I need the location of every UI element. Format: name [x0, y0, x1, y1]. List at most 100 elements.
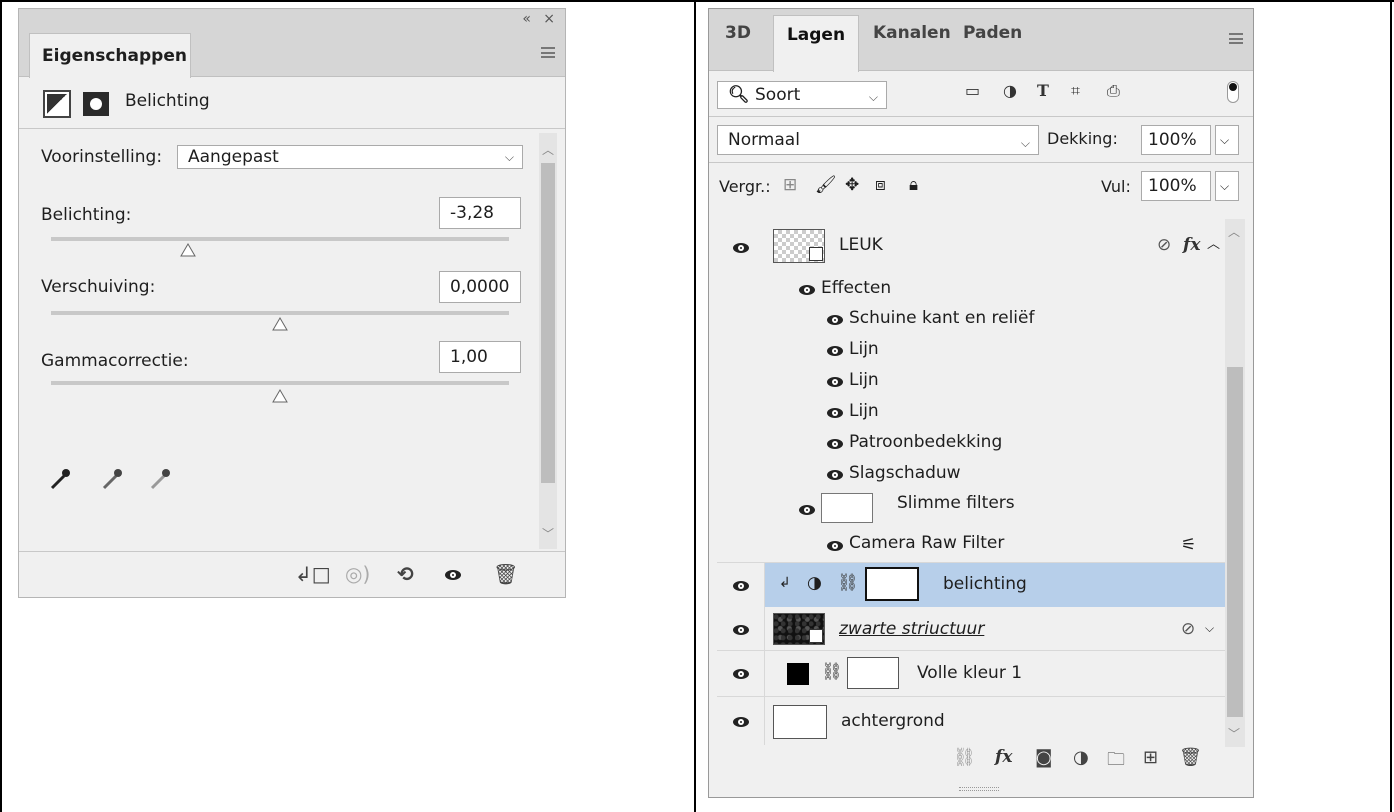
scroll-up-icon[interactable]: ︿	[542, 141, 554, 158]
effect-row[interactable]: Lijn	[717, 365, 1227, 396]
visibility-eye-icon[interactable]	[799, 285, 815, 295]
visibility-eye-icon[interactable]	[733, 243, 749, 253]
scroll-down-icon[interactable]: ﹀	[542, 525, 554, 542]
chevron-down-icon[interactable]: ⌵	[1205, 621, 1214, 636]
visibility-eye-icon[interactable]	[827, 377, 843, 387]
effect-row[interactable]: Lijn	[717, 396, 1227, 427]
white-point-eyedropper-icon[interactable]	[149, 467, 171, 491]
tab-3d[interactable]: 3D	[725, 23, 751, 43]
lock-image-pixels-icon[interactable]: 🖌︎	[815, 175, 837, 195]
fill-input[interactable]: 100%	[1141, 171, 1211, 201]
scroll-up-icon[interactable]: ︿	[1228, 223, 1240, 240]
layer-mask-thumbnail[interactable]	[847, 657, 899, 689]
opacity-dropdown[interactable]: ⌵	[1215, 125, 1239, 155]
layers-scrollbar[interactable]: ︿ ﹀	[1225, 219, 1245, 747]
visibility-eye-icon[interactable]	[827, 470, 843, 480]
scroll-thumb[interactable]	[541, 163, 555, 483]
resize-grip[interactable]	[959, 787, 999, 791]
smart-filters-row[interactable]: Slimme filters	[717, 489, 1227, 527]
effect-row[interactable]: Lijn	[717, 334, 1227, 365]
layer-row-leuk[interactable]: LEUK ⊘ fx ︿	[717, 219, 1227, 273]
gamma-input[interactable]: 1,00	[439, 341, 521, 373]
image-filter-icon[interactable]: ▭	[965, 81, 980, 100]
gray-point-eyedropper-icon[interactable]	[101, 467, 123, 491]
visibility-eye-icon[interactable]	[733, 581, 749, 591]
tab-paden[interactable]: Paden	[963, 23, 1022, 43]
add-mask-icon[interactable]: ◙	[1035, 747, 1052, 768]
clip-to-layer-icon[interactable]: ↲□	[295, 562, 331, 586]
lock-transparent-pixels-icon[interactable]: ⊞	[783, 175, 797, 195]
exposure-input[interactable]: -3,28	[439, 197, 521, 229]
tab-eigenschappen[interactable]: Eigenschappen	[29, 33, 191, 78]
trash-icon[interactable]: 🗑	[493, 562, 518, 586]
fx-icon[interactable]: fx	[1183, 235, 1200, 255]
lock-artboard-icon[interactable]: ⧈	[875, 175, 886, 195]
fill-color-swatch[interactable]	[787, 663, 809, 685]
smart-filter-mask-thumbnail[interactable]	[821, 493, 873, 523]
filter-toggle-icon[interactable]	[1227, 81, 1239, 103]
offset-slider-track[interactable]	[51, 311, 509, 315]
close-panel-icon[interactable]: ×	[543, 9, 555, 29]
fx-icon[interactable]: fx	[995, 747, 1012, 767]
delete-layer-icon[interactable]: 🗑	[1179, 747, 1202, 768]
exposure-slider-thumb[interactable]	[180, 243, 197, 257]
lock-all-icon[interactable]: 🔒︎	[909, 175, 918, 195]
offset-input[interactable]: 0,0000	[439, 271, 521, 303]
adjustment-filter-icon[interactable]: ◑	[1003, 81, 1017, 100]
layer-row-volle-kleur[interactable]: ⛓︎ Volle kleur 1	[717, 651, 1227, 697]
effect-row[interactable]: Schuine kant en reliëf	[717, 303, 1227, 334]
effect-row[interactable]: Patroonbedekking	[717, 427, 1227, 458]
reset-icon[interactable]: ⟲	[397, 562, 414, 586]
gamma-slider-track[interactable]	[51, 381, 509, 385]
effect-row[interactable]: Slagschaduw	[717, 458, 1227, 489]
collapse-effects-icon[interactable]: ︿	[1207, 233, 1220, 252]
visibility-eye-icon[interactable]	[827, 346, 843, 356]
layer-name[interactable]: belichting	[943, 574, 1027, 594]
scroll-down-icon[interactable]: ﹀	[1228, 725, 1240, 742]
black-point-eyedropper-icon[interactable]	[49, 467, 71, 491]
link-layers-icon[interactable]: ⛓︎	[953, 747, 976, 768]
layers-menu-icon[interactable]	[1229, 33, 1243, 44]
preset-select[interactable]: Aangepast ⌵	[177, 145, 523, 169]
gamma-slider-thumb[interactable]	[272, 389, 288, 403]
blend-mode-select[interactable]: Normaal ⌵	[717, 125, 1039, 155]
visibility-eye-icon[interactable]	[827, 541, 843, 551]
link-icon[interactable]: ⛓︎	[837, 573, 859, 593]
exposure-adjustment-icon[interactable]	[43, 90, 71, 118]
filter-blending-options-icon[interactable]: ⚟	[1181, 535, 1196, 555]
new-layer-icon[interactable]: ⊞	[1143, 747, 1158, 768]
tab-kanalen[interactable]: Kanalen	[873, 23, 951, 43]
layer-name[interactable]: achtergrond	[841, 711, 945, 731]
layer-name[interactable]: LEUK	[839, 235, 883, 255]
layer-list[interactable]: LEUK ⊘ fx ︿ Effecten Schuine kant en rel…	[717, 219, 1227, 747]
layer-row-achtergrond[interactable]: achtergrond	[717, 697, 1227, 745]
camera-raw-filter-row[interactable]: Camera Raw Filter ⚟	[717, 527, 1227, 563]
visibility-eye-icon[interactable]	[733, 625, 749, 635]
tab-lagen[interactable]: Lagen	[773, 15, 859, 72]
filter-kind-select[interactable]: 🔍︎ Soort ⌵	[717, 81, 887, 109]
new-group-icon[interactable]: 🗀	[1107, 747, 1125, 777]
view-previous-icon[interactable]: ◎)	[345, 562, 370, 586]
effects-row[interactable]: Effecten	[717, 273, 1227, 303]
visibility-eye-icon[interactable]	[827, 439, 843, 449]
visibility-eye-icon[interactable]	[827, 315, 843, 325]
collapse-panel-icon[interactable]: «	[522, 9, 531, 29]
scroll-thumb[interactable]	[1227, 367, 1243, 717]
smart-object-filter-icon[interactable]: ⎙	[1107, 81, 1120, 101]
type-filter-icon[interactable]: T	[1037, 81, 1049, 100]
layer-mask-icon[interactable]	[83, 92, 109, 116]
link-icon[interactable]: ⛓︎	[821, 662, 843, 682]
lock-position-icon[interactable]: ✥	[845, 175, 859, 195]
layer-row-belichting[interactable]: ↲ ◑ ⛓︎ belichting	[717, 563, 1227, 607]
visibility-eye-icon[interactable]	[445, 570, 461, 580]
panel-menu-icon[interactable]	[541, 47, 555, 58]
layer-name[interactable]: Volle kleur 1	[917, 663, 1022, 683]
visibility-eye-icon[interactable]	[799, 505, 815, 515]
layer-name[interactable]: zwarte striuctuur	[839, 619, 984, 639]
visibility-eye-icon[interactable]	[827, 408, 843, 418]
offset-slider-thumb[interactable]	[272, 317, 288, 331]
exposure-slider-track[interactable]	[51, 237, 509, 241]
new-adjustment-icon[interactable]: ◑	[1073, 747, 1089, 768]
visibility-eye-icon[interactable]	[733, 669, 749, 679]
layer-row-zwarte-striuctuur[interactable]: zwarte striuctuur ⊘ ⌵	[717, 607, 1227, 651]
